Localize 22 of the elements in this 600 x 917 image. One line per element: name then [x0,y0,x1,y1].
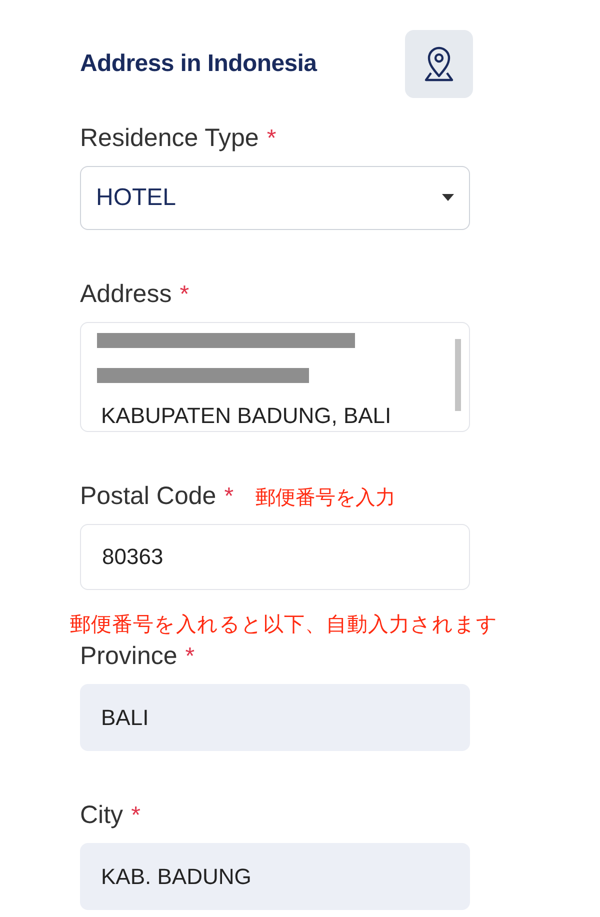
address-textarea[interactable]: KABUPATEN BADUNG, BALI [80,322,470,432]
readonly-field: KAB. BADUNG [80,843,470,910]
map-pin-icon [422,46,456,82]
map-pin-button[interactable] [405,30,473,98]
required-asterisk: * [131,802,140,830]
scrollbar [455,339,461,411]
field-label: Province [80,642,178,671]
field-label: Postal Code [80,482,216,511]
annotation-text: 郵便番号を入力 [256,486,396,511]
readonly-field: BALI [80,684,470,751]
section-title: Address in Indonesia [80,50,317,78]
annotation-text: 郵便番号を入れると以下、自動入力されます [70,612,499,638]
required-asterisk: * [266,125,276,153]
residence-type-dropdown[interactable]: HOTEL [80,166,470,230]
required-asterisk: * [180,281,190,309]
required-asterisk: * [224,483,234,511]
required-asterisk: * [185,643,195,671]
postal-code-input[interactable]: 80363 [80,524,470,590]
field-label: Address [80,280,172,309]
caret-icon [442,194,454,202]
field-label: Residence Type [80,124,259,153]
field-label: City [80,801,124,830]
